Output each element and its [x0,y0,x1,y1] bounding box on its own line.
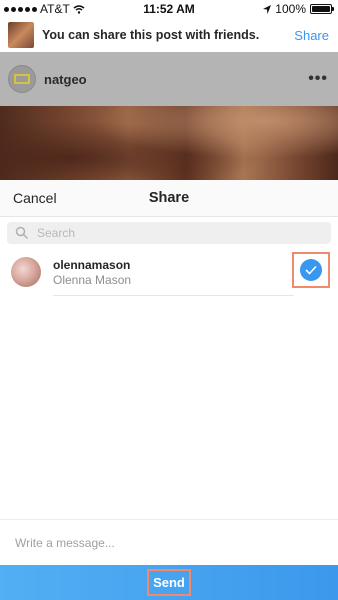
share-notice-text: You can share this post with friends. [42,28,260,42]
search-bar[interactable] [7,222,331,244]
send-bar: Send [0,565,338,600]
contact-username: olennamason [53,258,131,272]
post-image [0,106,338,180]
post-header: natgeo ••• [0,52,338,106]
status-left: AT&T [0,2,85,16]
status-right: 100% [263,2,338,16]
post-thumbnail [8,22,34,48]
status-bar: AT&T 11:52 AM 100% [0,0,338,18]
battery-percent: 100% [275,2,306,16]
contact-row[interactable]: olennamason Olenna Mason [0,250,338,296]
cancel-button[interactable]: Cancel [13,190,57,206]
carrier-label: AT&T [40,2,70,16]
divider [53,295,294,296]
wifi-icon [73,4,85,14]
message-bar [0,519,338,566]
select-contact-toggle[interactable] [292,252,330,288]
post-avatar [8,65,36,93]
share-notice-banner: You can share this post with friends. Sh… [0,18,338,53]
more-options-icon: ••• [308,70,328,87]
checkmark-icon [300,259,322,281]
natgeo-logo-icon [14,74,30,84]
battery-icon [310,4,334,14]
search-input[interactable] [35,225,319,241]
avatar [11,257,41,287]
post-username: natgeo [44,71,87,87]
sheet-title: Share [148,190,190,206]
send-button[interactable]: Send [147,569,191,596]
battery-level [312,6,330,12]
share-sheet-header: Cancel Share [0,180,338,217]
search-icon [15,226,29,240]
contact-full-name: Olenna Mason [53,273,132,287]
post-preview: natgeo ••• [0,52,338,180]
message-input[interactable] [13,535,317,551]
signal-icon [4,6,37,12]
notice-share-button[interactable]: Share [294,28,329,43]
share-sheet: Cancel Share olennamason Olenna Mason Se… [0,180,338,600]
location-arrow-icon [263,4,272,14]
